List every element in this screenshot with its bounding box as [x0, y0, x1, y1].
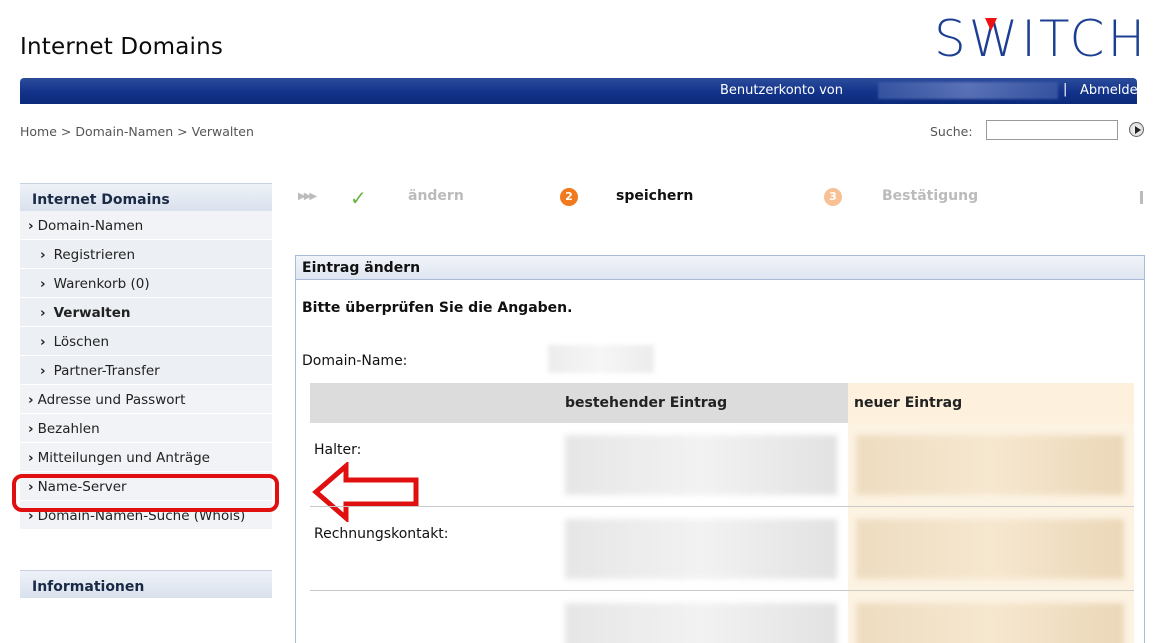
switch-logo[interactable]: SWITCH — [934, 10, 1148, 68]
top-bar: Benutzerkonto von | Abmelden — [20, 78, 1146, 104]
col-new-header: neuer Eintrag — [848, 383, 1134, 423]
existing-value-redacted — [565, 435, 837, 495]
search-input[interactable] — [986, 120, 1118, 140]
sidebar-item-manage[interactable]: Verwalten — [20, 298, 272, 327]
sidebar-item-cart[interactable]: Warenkorb (0) — [20, 269, 272, 298]
step-2-number-icon: 2 — [560, 188, 578, 206]
domain-name-label: Domain-Name: — [302, 353, 408, 369]
step-2-label: speichern — [616, 188, 694, 204]
breadcrumb-home[interactable]: Home — [20, 124, 57, 139]
search-label: Suche: — [930, 124, 973, 139]
sidebar-heading-information: Informationen — [20, 570, 272, 598]
account-name-redacted — [878, 82, 1058, 99]
steps-end-bar — [1140, 191, 1143, 204]
verify-message: Bitte überprüfen Sie die Angaben. — [302, 300, 573, 316]
table-row: Halter: — [310, 423, 1134, 507]
account-label: Benutzerkonto von — [720, 83, 843, 98]
table-row — [310, 591, 1134, 643]
step-done-check-icon: ✓ — [350, 186, 367, 210]
site-title: Internet Domains — [20, 34, 224, 60]
sidebar-item-domain-names[interactable]: Domain-Namen — [20, 211, 272, 240]
comparison-table: bestehender Eintrag neuer Eintrag Halter… — [310, 383, 1134, 643]
name-server-highlight-box — [12, 474, 279, 512]
panel-title: Eintrag ändern — [296, 256, 1144, 280]
search-go-button[interactable] — [1129, 122, 1144, 137]
existing-value-redacted — [565, 603, 837, 643]
step-3-number-icon: 3 — [824, 188, 842, 206]
col-existing-header: bestehender Eintrag — [563, 383, 848, 423]
breadcrumb-domain-names[interactable]: Domain-Namen — [75, 124, 173, 139]
existing-value-redacted — [565, 519, 837, 579]
comparison-header: bestehender Eintrag neuer Eintrag — [310, 383, 1134, 423]
table-row: Rechnungskontakt: — [310, 507, 1134, 591]
new-value-redacted — [856, 603, 1124, 643]
breadcrumb: Home > Domain-Namen > Verwalten — [20, 124, 254, 139]
sidebar-item-delete[interactable]: Löschen — [20, 327, 272, 356]
sidebar-heading-internet-domains: Internet Domains — [20, 183, 272, 211]
step-3-label: Bestätigung — [882, 188, 979, 204]
step-1-label: ändern — [408, 188, 464, 204]
sidebar-item-messages[interactable]: Mitteilungen und Anträge — [20, 443, 272, 472]
sidebar-item-register[interactable]: Registrieren — [20, 240, 272, 269]
new-value-redacted — [856, 435, 1124, 495]
new-value-redacted — [856, 519, 1124, 579]
steps-start-arrows-icon: ▶▶▶ — [298, 191, 317, 202]
logout-link[interactable]: Abmelden — [1080, 83, 1146, 98]
separator: | — [1063, 82, 1068, 97]
sidebar-item-pay[interactable]: Bezahlen — [20, 414, 272, 443]
breadcrumb-manage: Verwalten — [191, 124, 254, 139]
row-label-holder: Halter: — [314, 442, 362, 458]
sidebar-item-address-password[interactable]: Adresse und Passwort — [20, 385, 272, 414]
sidebar-item-partner-transfer[interactable]: Partner-Transfer — [20, 356, 272, 385]
row-label-billing-contact: Rechnungskontakt: — [314, 526, 449, 542]
progress-steps: ▶▶▶ ✓ ändern 2 speichern 3 Bestätigung — [298, 186, 1146, 210]
edit-entry-panel: Eintrag ändern Bitte überprüfen Sie die … — [295, 255, 1145, 643]
domain-name-value-redacted — [548, 345, 654, 373]
sidebar: Internet Domains Domain-Namen Registrier… — [20, 183, 272, 598]
